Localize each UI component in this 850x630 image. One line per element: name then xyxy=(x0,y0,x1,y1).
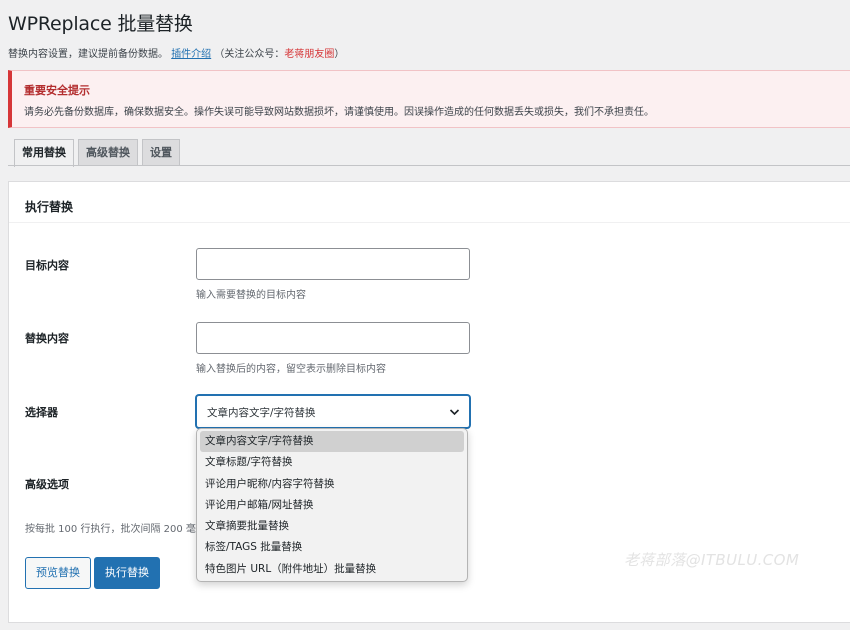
selector-select[interactable]: 文章内容文字/字符替换 xyxy=(196,395,470,428)
batch-note: 按每批 100 行执行，批次间隔 200 毫秒 xyxy=(25,524,206,535)
selector-dropdown: 文章内容文字/字符替换 文章标题/字符替换 评论用户昵称/内容字符替换 评论用户… xyxy=(196,428,468,582)
tab-common-replace[interactable]: 常用替换 xyxy=(14,139,74,167)
chevron-down-icon xyxy=(449,409,460,416)
replace-label: 替换内容 xyxy=(25,332,69,345)
follow-account-name: 老蒋朋友圈 xyxy=(284,49,335,60)
execute-button[interactable]: 执行替换 xyxy=(94,557,160,589)
target-hint: 输入需要替换的目标内容 xyxy=(196,290,306,301)
selector-value: 文章内容文字/字符替换 xyxy=(207,407,316,419)
selector-option[interactable]: 文章摘要批量替换 xyxy=(200,516,464,537)
plugin-intro-link[interactable]: 插件介绍 xyxy=(171,49,211,60)
page-title: WPReplace 批量替换 xyxy=(8,13,193,35)
target-label: 目标内容 xyxy=(25,259,69,272)
advanced-options-label: 高级选项 xyxy=(25,478,69,491)
follow-suffix: ） xyxy=(334,49,345,60)
tab-bar: 常用替换 高级替换 设置 xyxy=(14,139,184,167)
security-notice: 重要安全提示 请务必先备份数据库，确保数据安全。操作失误可能导致网站数据损坏，请… xyxy=(8,70,850,128)
preview-button[interactable]: 预览替换 xyxy=(25,557,91,589)
selector-option[interactable]: 评论用户昵称/内容字符替换 xyxy=(200,474,464,495)
page-subtitle: 替换内容设置，建议提前备份数据。 插件介绍 （关注公众号：老蒋朋友圈） xyxy=(8,45,344,60)
follow-prefix: （关注公众号： xyxy=(214,49,285,60)
replace-input[interactable] xyxy=(196,322,470,354)
subtitle-text: 替换内容设置，建议提前备份数据。 xyxy=(8,49,168,60)
section-title: 执行替换 xyxy=(25,200,74,214)
selector-option[interactable]: 文章标题/字符替换 xyxy=(200,452,464,473)
target-input[interactable] xyxy=(196,248,470,280)
notice-title: 重要安全提示 xyxy=(24,84,90,97)
selector-option[interactable]: 特色图片 URL（附件地址）批量替换 xyxy=(200,559,464,580)
notice-text: 请务必先备份数据库，确保数据安全。操作失误可能导致网站数据损坏，请谨慎使用。因误… xyxy=(24,107,654,118)
tab-settings[interactable]: 设置 xyxy=(142,139,180,166)
replace-hint: 输入替换后的内容，留空表示删除目标内容 xyxy=(196,364,386,375)
tab-divider xyxy=(8,165,850,166)
section-divider xyxy=(9,222,850,223)
selector-option[interactable]: 标签/TAGS 批量替换 xyxy=(200,537,464,558)
selector-label: 选择器 xyxy=(25,406,58,419)
selector-option[interactable]: 文章内容文字/字符替换 xyxy=(200,431,464,453)
selector-option[interactable]: 评论用户邮箱/网址替换 xyxy=(200,495,464,516)
tab-advanced-replace[interactable]: 高级替换 xyxy=(78,139,138,166)
watermark: 老蒋部落@ITBULU.COM xyxy=(624,551,800,569)
